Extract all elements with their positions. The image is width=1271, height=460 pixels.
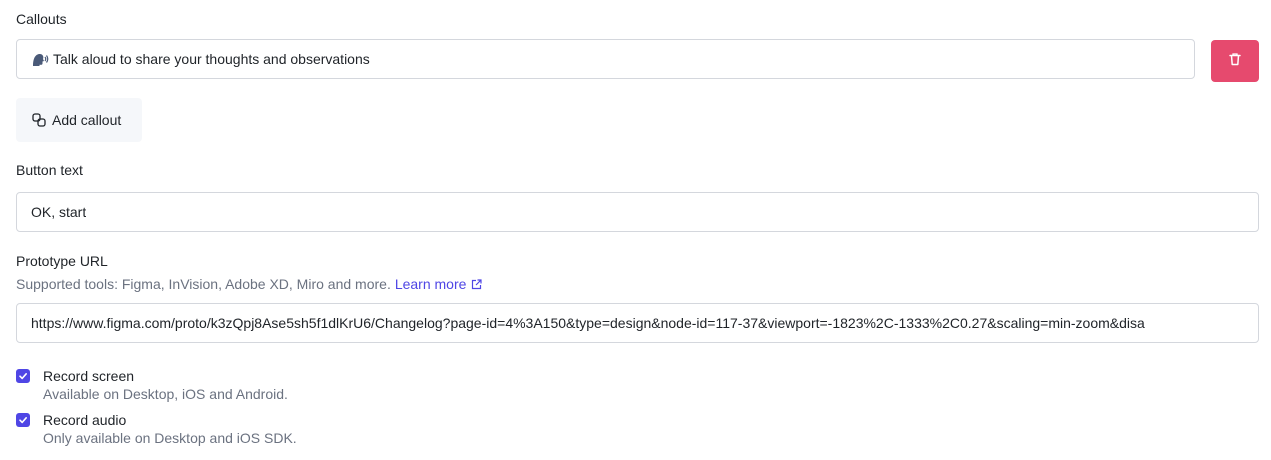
- record-audio-option[interactable]: Record audio Only available on Desktop a…: [16, 411, 297, 447]
- delete-callout-button[interactable]: [1211, 40, 1259, 82]
- learn-more-label: Learn more: [394, 276, 467, 292]
- learn-more-link[interactable]: Learn more: [395, 276, 483, 292]
- callout-text: Talk aloud to share your thoughts and ob…: [53, 51, 370, 67]
- record-screen-text: Record screen Available on Desktop, iOS …: [43, 367, 288, 403]
- trash-icon: [1228, 52, 1242, 71]
- callouts-label: Callouts: [16, 11, 67, 27]
- record-screen-title: Record screen: [43, 368, 135, 384]
- record-screen-subtitle: Available on Desktop, iOS and Android.: [43, 386, 288, 402]
- settings-panel: Callouts Talk aloud to share your though…: [0, 0, 1271, 460]
- add-callout-label: Add callout: [52, 112, 122, 128]
- record-audio-text: Record audio Only available on Desktop a…: [43, 411, 297, 447]
- record-screen-option[interactable]: Record screen Available on Desktop, iOS …: [16, 367, 288, 403]
- prototype-url-label: Prototype URL: [16, 253, 108, 269]
- add-callout-button[interactable]: Add callout: [16, 98, 142, 142]
- prototype-help: Supported tools: Figma, InVision, Adobe …: [16, 276, 483, 293]
- check-icon: [19, 417, 27, 424]
- record-audio-checkbox[interactable]: [16, 413, 30, 427]
- check-icon: [19, 373, 27, 380]
- record-screen-checkbox[interactable]: [16, 369, 30, 383]
- supported-tools-text: Supported tools: Figma, InVision, Adobe …: [16, 276, 391, 292]
- button-text-label: Button text: [16, 162, 83, 178]
- speaking-head-icon: [31, 52, 49, 68]
- button-text-input[interactable]: OK, start: [16, 192, 1259, 232]
- prototype-url-value: https://www.figma.com/proto/k3zQpj8Ase5s…: [31, 315, 1145, 331]
- record-audio-subtitle: Only available on Desktop and iOS SDK.: [43, 430, 297, 446]
- prototype-url-input[interactable]: https://www.figma.com/proto/k3zQpj8Ase5s…: [16, 303, 1259, 343]
- link-chain-icon: [32, 113, 46, 127]
- external-link-icon: [471, 277, 483, 293]
- button-text-value: OK, start: [31, 204, 87, 220]
- record-audio-title: Record audio: [43, 412, 127, 428]
- callout-input[interactable]: Talk aloud to share your thoughts and ob…: [16, 39, 1195, 79]
